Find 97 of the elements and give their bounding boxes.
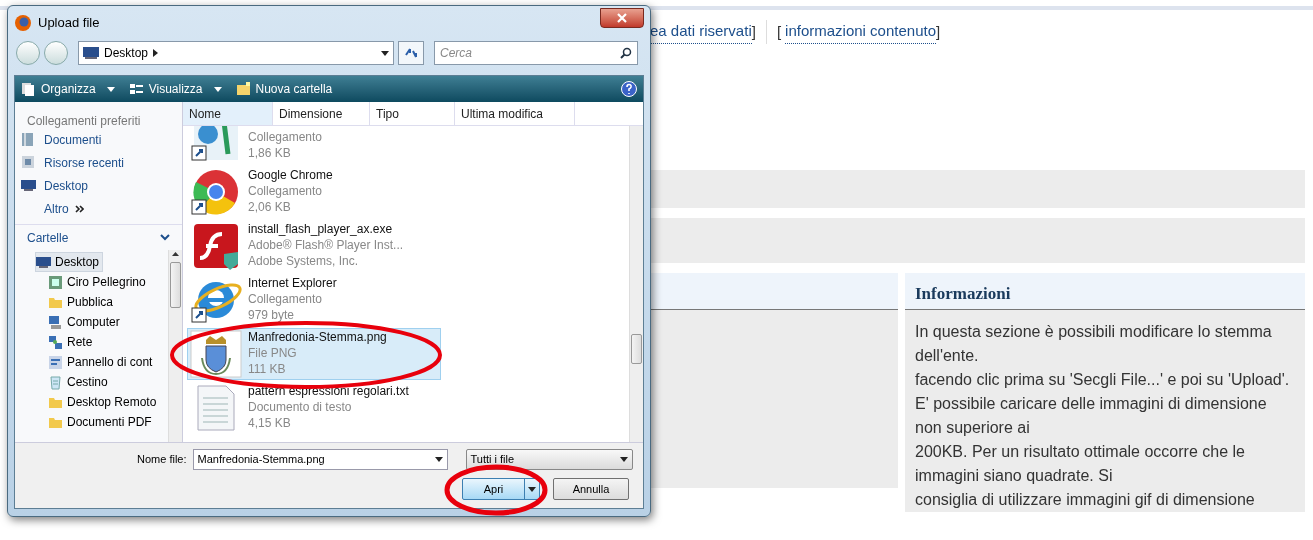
column-header[interactable]: Ultima modifica xyxy=(455,102,575,125)
bracket: ] xyxy=(751,21,756,42)
chevron-down-icon[interactable] xyxy=(160,234,170,241)
info-title: Informazioni xyxy=(905,273,1305,310)
file-item[interactable]: Internet Explorer Collegamento 979 byte xyxy=(187,274,441,326)
folder-tree-item[interactable]: Ciro Pellegrino xyxy=(47,272,150,292)
folder-icon xyxy=(235,81,251,97)
window-title: Upload file xyxy=(38,14,100,33)
dropdown-arrow-icon[interactable] xyxy=(434,457,443,462)
dropdown-arrow-icon[interactable] xyxy=(381,50,389,56)
view-list-icon xyxy=(128,81,144,97)
info-text: consiglia di utilizzare immagini gif di dimensione xyxy=(915,490,1256,510)
document-icon xyxy=(21,132,36,147)
file-detail: 111 KB xyxy=(248,361,287,377)
close-button[interactable] xyxy=(600,8,644,28)
file-item[interactable]: Collegamento 1,86 KB xyxy=(187,126,441,164)
file-item[interactable]: Manfredonia-Stemma.png File PNG 111 KB xyxy=(187,328,441,380)
pages-icon xyxy=(21,81,36,97)
scroll-up-icon[interactable] xyxy=(172,252,179,256)
computer-icon xyxy=(48,314,63,330)
browser-logo-icon xyxy=(14,14,32,32)
dropdown-arrow-icon xyxy=(213,86,222,92)
file-type: File PNG xyxy=(248,345,298,361)
search-icon xyxy=(620,47,632,59)
help-icon[interactable] xyxy=(621,81,637,97)
info-text: facendo clic prima su 'Secgli File...' e poi su 'Upload'. xyxy=(915,370,1291,390)
coat-of-arms-icon xyxy=(190,330,242,378)
open-split-button[interactable]: Apri xyxy=(462,478,540,500)
scroll-thumb[interactable] xyxy=(631,334,642,364)
favorite-link[interactable]: Risorse recenti xyxy=(15,151,182,174)
filename-label: Nome file: xyxy=(137,452,187,468)
favorites-heading: Collegamenti preferiti xyxy=(26,113,142,128)
folder-tree-item[interactable]: Computer xyxy=(47,312,124,332)
file-detail: 2,06 KB xyxy=(248,199,292,215)
nav-link[interactable]: informazioni contenuto xyxy=(785,20,936,44)
column-header[interactable]: Dimensione xyxy=(273,102,370,125)
dropdown-arrow-icon[interactable] xyxy=(620,457,628,462)
file-type: Collegamento xyxy=(248,129,323,145)
file-type: Collegamento xyxy=(248,183,324,199)
bracket: ] xyxy=(936,21,941,42)
folder-tree-item[interactable]: Pannello di cont xyxy=(47,352,157,372)
file-item[interactable]: install_flash_player_ax.exe Adobe® Flash® Player Inst... Adobe Systems, Inc. xyxy=(187,220,441,272)
column-header[interactable]: Nome xyxy=(183,102,273,125)
folder-tree-item[interactable]: Rete xyxy=(47,332,97,352)
dropdown-arrow-icon[interactable] xyxy=(528,486,536,492)
monitor-icon xyxy=(83,47,99,59)
file-type: Documento di testo xyxy=(248,399,353,415)
recycle-bin-icon xyxy=(48,374,63,390)
bracket: [ xyxy=(776,21,782,42)
more-link[interactable]: Altro xyxy=(15,197,182,220)
cancel-button[interactable]: Annulla xyxy=(553,478,629,500)
file-type: Collegamento xyxy=(248,291,324,307)
scrollbar[interactable] xyxy=(629,126,643,442)
folder-tree-item[interactable]: Pubblica xyxy=(47,292,118,312)
address-bar[interactable]: Desktop xyxy=(78,41,394,65)
dropdown-arrow-icon xyxy=(106,86,115,92)
file-detail: 4,15 KB xyxy=(248,415,292,431)
file-name: Google Chrome xyxy=(248,167,333,183)
close-icon xyxy=(617,13,627,23)
folders-heading[interactable]: Cartelle xyxy=(27,228,69,247)
file-detail: 1,86 KB xyxy=(248,145,292,161)
chevron-right-icon xyxy=(153,49,159,57)
info-text: E' possibile caricare delle immagini di dimensione non superiore ai xyxy=(915,394,1268,438)
file-type: Adobe® Flash® Player Inst... xyxy=(248,237,404,253)
info-text: In questa sezione è possibili modificare lo stemma dell'ente. xyxy=(915,322,1273,366)
toolbar-button[interactable]: Organizza xyxy=(21,80,115,98)
address-text: Desktop xyxy=(104,45,149,62)
folder-tree-item[interactable]: Desktop xyxy=(35,252,104,272)
scroll-thumb[interactable] xyxy=(170,262,181,308)
file-item[interactable]: Google Chrome Collegamento 2,06 KB xyxy=(187,166,441,218)
file-name: install_flash_player_ax.exe xyxy=(248,221,394,237)
folder-tree-item[interactable]: Documenti PDF xyxy=(47,412,156,432)
network-icon xyxy=(48,334,63,350)
filename-field[interactable]: Manfredonia-Stemma.png xyxy=(192,449,448,470)
refresh-arrows-icon xyxy=(404,47,418,59)
double-chevron-icon xyxy=(74,204,84,213)
file-detail: 979 byte xyxy=(248,307,296,323)
folder-tree-item[interactable]: Cestino xyxy=(47,372,112,392)
filetype-dropdown[interactable]: Tutti i file xyxy=(465,449,633,470)
file-name: Manfredonia-Stemma.png xyxy=(248,329,387,345)
refresh-button[interactable] xyxy=(398,41,424,65)
favorite-link[interactable]: Documenti xyxy=(15,128,182,151)
file-name: Internet Explorer xyxy=(248,275,337,291)
monitor-icon xyxy=(21,178,36,193)
recent-icon xyxy=(21,155,36,170)
monitor-icon xyxy=(36,254,51,270)
scrollbar[interactable] xyxy=(168,250,182,442)
control-panel-icon xyxy=(48,354,63,370)
favorite-link[interactable]: Desktop xyxy=(15,174,182,197)
user-picture-icon xyxy=(48,274,63,290)
toolbar-button[interactable]: Nuova cartella xyxy=(235,80,333,98)
folder-tree-item[interactable]: Desktop Remoto xyxy=(47,392,161,412)
search-field[interactable]: Cerca xyxy=(434,41,638,65)
file-detail: Adobe Systems, Inc. xyxy=(248,253,360,269)
search-placeholder: Cerca xyxy=(440,45,473,62)
column-header[interactable]: Tipo xyxy=(370,102,455,125)
toolbar-button[interactable]: Visualizza xyxy=(128,80,222,98)
